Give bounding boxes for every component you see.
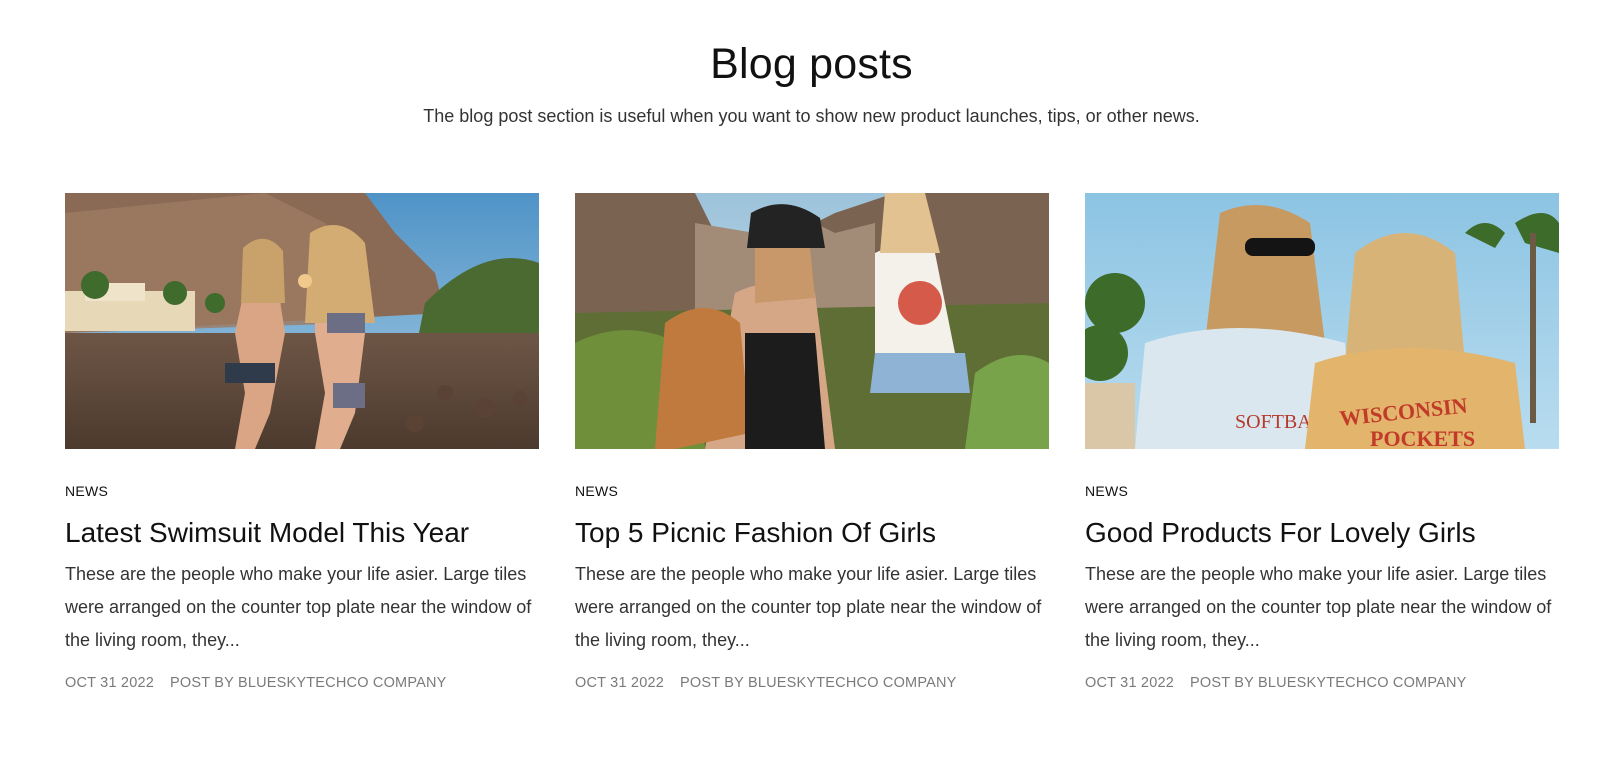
blog-card: NEWS Top 5 Picnic Fashion Of Girls These… [575,193,1049,691]
post-meta: OCT 31 2022 POST BY BLUESKYTECHCO COMPANY [1085,675,1559,691]
post-image-link[interactable] [65,193,539,449]
post-author: POST BY BLUESKYTECHCO COMPANY [680,675,957,691]
post-image-link[interactable]: SOFTBALL WISCONSIN POCKETS [1085,193,1559,449]
post-date: OCT 31 2022 [1085,675,1174,691]
post-category[interactable]: NEWS [1085,483,1128,499]
post-category[interactable]: NEWS [575,483,618,499]
post-date: OCT 31 2022 [575,675,664,691]
post-author: POST BY BLUESKYTECHCO COMPANY [170,675,447,691]
svg-text:POCKETS: POCKETS [1370,426,1475,449]
post-title[interactable]: Top 5 Picnic Fashion Of Girls [575,516,1049,550]
blog-posts-section: Blog posts The blog post section is usef… [0,0,1623,764]
post-excerpt: These are the people who make your life … [65,564,532,650]
blog-card: SOFTBALL WISCONSIN POCKETS NEWS Good Pro… [1085,193,1559,691]
post-excerpt: These are the people who make your life … [575,564,1042,650]
post-category[interactable]: NEWS [65,483,108,499]
post-title[interactable]: Good Products For Lovely Girls [1085,516,1559,550]
two-women-swimsuits-beach-photo [65,193,539,449]
two-women-mountain-picnic-photo [575,193,1049,449]
post-meta: OCT 31 2022 POST BY BLUESKYTECHCO COMPANY [65,675,539,691]
post-meta: OCT 31 2022 POST BY BLUESKYTECHCO COMPANY [575,675,1049,691]
two-women-sweatshirts-palms-photo: SOFTBALL WISCONSIN POCKETS [1085,193,1559,449]
section-title: Blog posts [710,40,913,88]
section-subtitle: The blog post section is useful when you… [423,106,1200,126]
blog-card: NEWS Latest Swimsuit Model This Year The… [65,193,539,691]
post-title[interactable]: Latest Swimsuit Model This Year [65,516,539,550]
post-author: POST BY BLUESKYTECHCO COMPANY [1190,675,1467,691]
post-image-link[interactable] [575,193,1049,449]
post-excerpt: These are the people who make your life … [1085,564,1552,650]
post-date: OCT 31 2022 [65,675,154,691]
